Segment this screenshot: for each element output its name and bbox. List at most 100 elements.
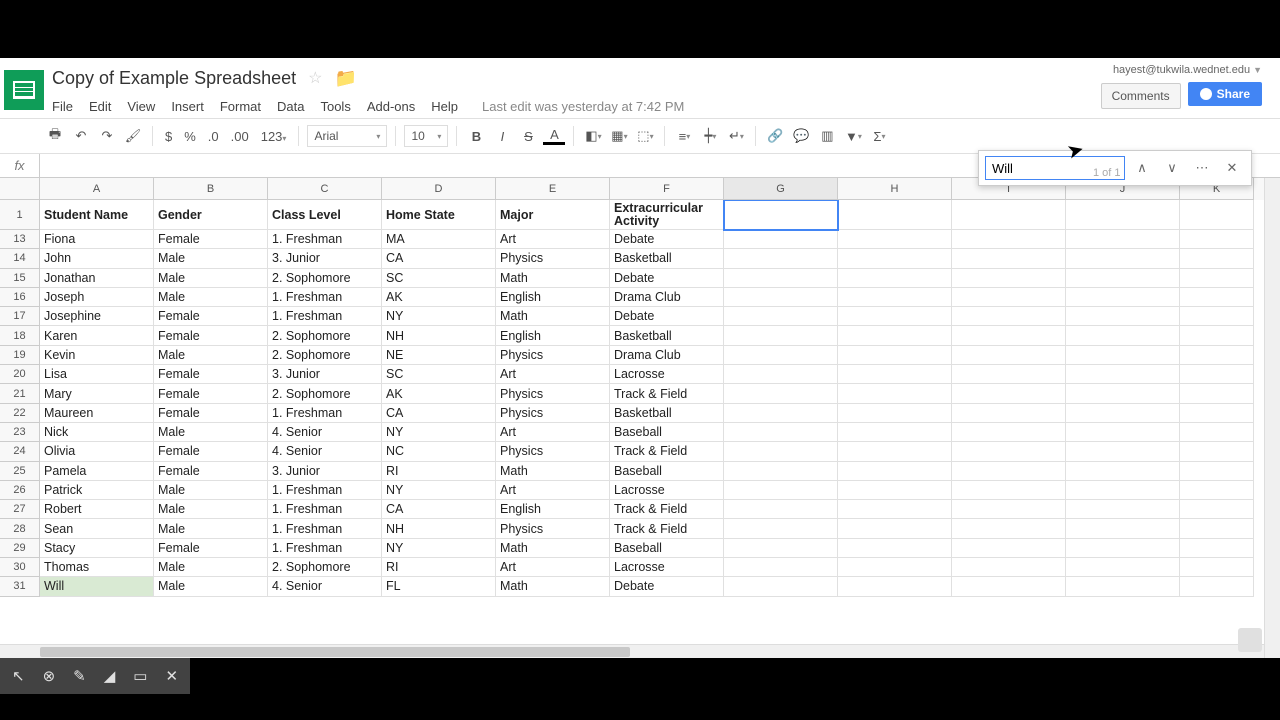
cell[interactable] (952, 269, 1066, 288)
cell[interactable]: Male (154, 346, 268, 365)
cell[interactable]: Track & Field (610, 519, 724, 538)
cell[interactable]: 2. Sophomore (268, 384, 382, 403)
close-tool-icon[interactable]: ✕ (165, 667, 178, 685)
cell[interactable]: 1. Freshman (268, 404, 382, 423)
cell[interactable]: Mary (40, 384, 154, 403)
cell[interactable] (1180, 423, 1254, 442)
cell[interactable]: Debate (610, 230, 724, 249)
cell[interactable] (724, 269, 838, 288)
cell[interactable]: Female (154, 365, 268, 384)
cell[interactable]: Art (496, 558, 610, 577)
cell[interactable]: 3. Junior (268, 249, 382, 268)
cell[interactable]: 3. Junior (268, 365, 382, 384)
cell[interactable] (724, 404, 838, 423)
sheets-logo[interactable] (4, 70, 44, 110)
document-title[interactable]: Copy of Example Spreadsheet (52, 68, 296, 89)
cell[interactable]: Jonathan (40, 269, 154, 288)
cell[interactable]: NY (382, 481, 496, 500)
cell[interactable] (1066, 346, 1180, 365)
header-cell[interactable]: Major (496, 200, 610, 230)
cell[interactable]: John (40, 249, 154, 268)
cell[interactable]: Female (154, 539, 268, 558)
cell[interactable]: 1. Freshman (268, 500, 382, 519)
cell[interactable]: CA (382, 500, 496, 519)
cell[interactable]: Karen (40, 326, 154, 345)
cell[interactable] (838, 326, 952, 345)
menu-data[interactable]: Data (277, 99, 304, 114)
cell[interactable] (952, 577, 1066, 596)
cell[interactable]: Male (154, 519, 268, 538)
col-header-H[interactable]: H (838, 178, 952, 200)
row-header[interactable]: 18 (0, 326, 40, 345)
print-icon[interactable]: 🖶 (44, 125, 66, 147)
cell[interactable]: Debate (610, 307, 724, 326)
cell[interactable]: NY (382, 307, 496, 326)
cell[interactable] (838, 481, 952, 500)
cell[interactable]: Male (154, 269, 268, 288)
header-cell[interactable]: Gender (154, 200, 268, 230)
cell[interactable] (1180, 558, 1254, 577)
rectangle-tool-icon[interactable]: ▭ (133, 667, 147, 685)
find-close-icon[interactable]: ✕ (1219, 155, 1245, 181)
col-header-G[interactable]: G (724, 178, 838, 200)
cell[interactable]: Female (154, 384, 268, 403)
cell[interactable] (952, 462, 1066, 481)
cell[interactable] (724, 288, 838, 307)
cell[interactable] (1066, 500, 1180, 519)
cell[interactable] (1180, 519, 1254, 538)
cell[interactable]: Josephine (40, 307, 154, 326)
cell[interactable]: Female (154, 462, 268, 481)
vertical-scrollbar[interactable] (1264, 178, 1280, 658)
cell[interactable]: Will (40, 577, 154, 596)
borders-icon[interactable]: ▦▾ (608, 125, 630, 147)
cell[interactable]: Joseph (40, 288, 154, 307)
cell[interactable]: 2. Sophomore (268, 269, 382, 288)
cell[interactable]: Baseball (610, 423, 724, 442)
cell[interactable]: 2. Sophomore (268, 346, 382, 365)
cell[interactable]: Male (154, 500, 268, 519)
cell[interactable] (1066, 307, 1180, 326)
cell[interactable] (1180, 288, 1254, 307)
row-header[interactable]: 14 (0, 249, 40, 268)
cell[interactable] (952, 365, 1066, 384)
cell[interactable] (952, 230, 1066, 249)
cell[interactable]: Male (154, 423, 268, 442)
cell[interactable] (952, 481, 1066, 500)
row-header[interactable]: 13 (0, 230, 40, 249)
menu-insert[interactable]: Insert (171, 99, 204, 114)
cell[interactable] (1180, 539, 1254, 558)
row-header[interactable]: 23 (0, 423, 40, 442)
cell[interactable] (838, 423, 952, 442)
col-header-E[interactable]: E (496, 178, 610, 200)
increase-decimal-icon[interactable]: .00 (227, 129, 253, 144)
cell[interactable]: Physics (496, 519, 610, 538)
row-header[interactable]: 21 (0, 384, 40, 403)
font-size-selector[interactable]: 10▾ (404, 125, 448, 147)
row-header[interactable]: 30 (0, 558, 40, 577)
cell[interactable] (952, 326, 1066, 345)
account-email[interactable]: hayest@tukwila.wednet.edu▼ (1101, 64, 1262, 76)
cell[interactable]: Olivia (40, 442, 154, 461)
row-header[interactable]: 25 (0, 462, 40, 481)
cell[interactable] (1066, 326, 1180, 345)
cell[interactable]: NC (382, 442, 496, 461)
cell[interactable] (952, 249, 1066, 268)
cell[interactable]: Basketball (610, 249, 724, 268)
row-header[interactable]: 22 (0, 404, 40, 423)
cell[interactable]: Track & Field (610, 442, 724, 461)
cell[interactable]: SC (382, 365, 496, 384)
cell[interactable]: Male (154, 249, 268, 268)
cell[interactable]: 1. Freshman (268, 519, 382, 538)
cell[interactable] (1066, 442, 1180, 461)
paint-format-icon[interactable]: 🖌 (122, 125, 144, 147)
cell[interactable]: NH (382, 326, 496, 345)
cell[interactable]: FL (382, 577, 496, 596)
cell[interactable]: Physics (496, 442, 610, 461)
cell[interactable]: Art (496, 481, 610, 500)
find-prev-icon[interactable]: ∧ (1129, 155, 1155, 181)
cell[interactable]: NY (382, 539, 496, 558)
cell[interactable] (724, 577, 838, 596)
cell[interactable] (952, 558, 1066, 577)
cell[interactable] (1180, 577, 1254, 596)
cell[interactable]: RI (382, 558, 496, 577)
